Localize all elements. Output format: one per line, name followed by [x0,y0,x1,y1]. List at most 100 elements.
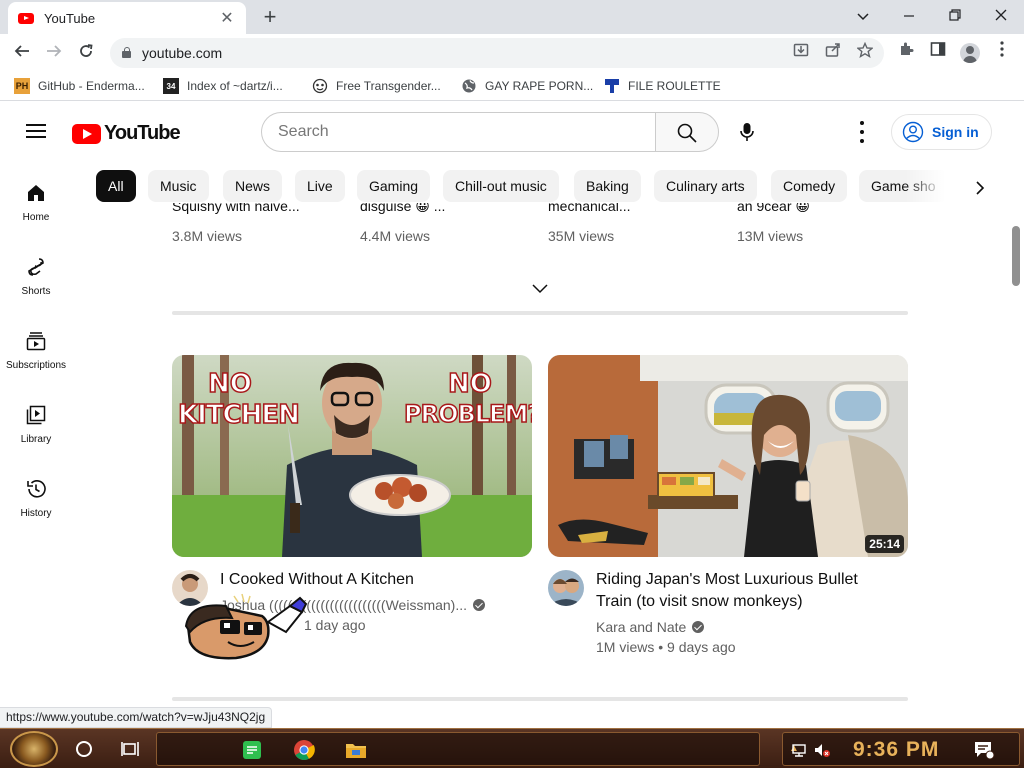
lock-icon[interactable] [122,47,131,58]
microphone-icon [740,123,754,141]
bookmark-label: FILE ROULETTE [628,79,721,93]
channel-name[interactable]: Kara and Nate [596,619,686,635]
restore-button[interactable] [932,4,978,28]
section-divider [172,311,908,315]
shorts-icon [28,258,44,276]
chip-culinary-arts[interactable]: Culinary arts [654,170,757,202]
chip-gaming[interactable]: Gaming [357,170,431,202]
voice-search-button[interactable] [727,112,767,152]
section-divider [172,697,908,701]
browser-tab[interactable]: YouTube ✕ [8,2,246,34]
chip-baking[interactable]: Baking [574,170,641,202]
shorts-title-cut[interactable]: Squishy with naive... [172,203,332,217]
bookmark-free-transgender[interactable]: Free Transgender... [312,77,441,95]
minimize-button[interactable] [886,4,932,28]
bookmark-index[interactable]: 34 Index of ~dartz/i... [163,77,283,95]
thumb-text-left-1: NO [207,368,252,400]
extensions-puzzle-icon[interactable] [893,40,919,66]
install-app-icon[interactable] [790,42,812,64]
start-button[interactable] [10,731,58,767]
home-icon [28,185,44,201]
video-thumbnail-2[interactable]: 25:14 [548,355,908,557]
shorts-views: 3.8M views [172,228,243,244]
chips-fade [905,162,955,210]
profile-avatar-icon[interactable] [960,43,980,63]
back-button[interactable] [9,40,35,66]
youtube-logo[interactable]: YouTube [72,122,181,145]
url-text[interactable]: youtube.com [142,45,222,61]
search-input[interactable] [278,121,638,143]
chrome-app-icon[interactable] [293,739,315,761]
search-button[interactable] [655,112,719,152]
shorts-title-cut[interactable]: mechanical... [548,203,658,217]
shelf-expand-button[interactable] [528,280,552,298]
shorts-title-cut[interactable]: an 9cear 😀 [737,203,837,217]
notes-app-icon[interactable] [241,739,263,761]
shorts-title-cut[interactable]: disguise 😀 ... [360,203,480,217]
reload-button[interactable] [73,40,99,66]
reload-icon [80,44,93,57]
side-panel-icon[interactable] [925,40,951,66]
shorts-views: 13M views [737,228,804,244]
chip-news[interactable]: News [223,170,283,202]
task-view-button[interactable] [117,735,145,763]
chip-all[interactable]: All [96,170,136,202]
cortana-circle-icon [76,741,92,757]
notifications-icon[interactable] [973,740,995,760]
page-scrollbar-thumb[interactable] [1012,226,1020,286]
guide-item-home[interactable]: Home [0,174,72,234]
chrome-menu-button[interactable] [989,40,1015,66]
bookmark-star-icon[interactable] [854,41,876,64]
chip-comedy[interactable]: Comedy [771,170,848,202]
video-title-line[interactable]: Riding Japan's Most Luxurious Bullet [596,569,896,591]
chips-next-button[interactable] [962,174,998,202]
chip-music[interactable]: Music [148,170,209,202]
network-icon[interactable] [791,742,807,758]
tab-search-button[interactable] [840,4,886,28]
index-bookmark-icon: 34 [163,78,179,94]
share-icon[interactable] [822,42,844,64]
sign-in-button[interactable]: Sign in [891,114,992,150]
video-meta-2: 1M views • 9 days ago [596,639,736,655]
guide-item-history[interactable]: History [0,470,72,530]
guide-item-subscriptions[interactable]: Subscriptions [0,322,72,382]
guide-label: Home [22,212,50,223]
chip-chill-out-music[interactable]: Chill-out music [443,170,559,202]
video-channel-2[interactable]: Kara and Nate [596,617,705,637]
task-view-icon [121,742,139,756]
bookmark-gay[interactable]: GAY RAPE PORN... [461,77,593,95]
guide-label: History [20,508,52,519]
forward-button[interactable] [41,40,67,66]
settings-more-button[interactable] [850,118,874,146]
chip-live[interactable]: Live [295,170,345,202]
mask-bookmark-icon [312,78,328,94]
guide-menu-button[interactable] [26,124,46,138]
taskbar-clock[interactable]: 9:36 PM [853,738,939,762]
video-thumbnail-1[interactable]: NO KITCHEN NO PROBLEM? [172,355,532,557]
thumb-text-left-2: KITCHEN [177,399,300,431]
guide-label: Shorts [21,286,51,297]
browser-toolbar: youtube.com [0,34,1024,71]
guide-item-library[interactable]: Library [0,396,72,456]
address-bar[interactable]: youtube.com [110,38,884,68]
close-tab-icon[interactable]: ✕ [218,8,236,28]
close-window-button[interactable] [978,4,1024,28]
guide-item-shorts[interactable]: Shorts [0,248,72,308]
video-title-1[interactable]: I Cooked Without A Kitchen [220,569,414,591]
search-taskbar-button[interactable] [70,735,98,763]
bookmarks-bar: PH GitHub - Enderma... 34 Index of ~dart… [0,71,1024,101]
sign-in-label: Sign in [932,124,979,140]
bookmark-label: GitHub - Enderma... [38,79,145,93]
new-tab-button[interactable]: + [258,5,282,29]
bookmark-github[interactable]: PH GitHub - Enderma... [14,77,145,95]
volume-muted-icon[interactable] [813,742,831,758]
bookmark-label: GAY RAPE PORN... [485,79,594,93]
bookmark-label: Free Transgender... [336,79,441,93]
channel-avatar-2[interactable] [548,570,584,606]
github-bookmark-icon: PH [14,78,30,94]
file-explorer-icon[interactable] [345,739,367,761]
desktop-sticker-face [184,593,308,660]
video-title-2[interactable]: Riding Japan's Most Luxurious Bullet Tra… [596,569,896,613]
bookmark-file-roulette[interactable]: FILE ROULETTE [604,77,721,95]
video-title-line[interactable]: Train (to visit snow monkeys) [596,591,896,613]
